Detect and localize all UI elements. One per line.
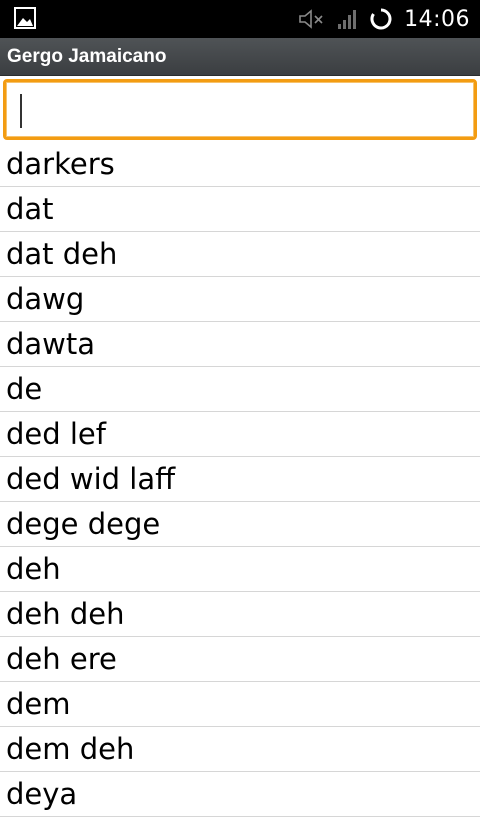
list-item[interactable]: dat deh [0,232,480,277]
signal-icon [336,8,358,30]
list-item[interactable]: darkers [0,142,480,187]
text-caret [20,94,22,128]
list-item[interactable]: deh ere [0,637,480,682]
list-item[interactable]: dawta [0,322,480,367]
list-item[interactable]: dawg [0,277,480,322]
list-item[interactable]: dem [0,682,480,727]
list-item[interactable]: deh [0,547,480,592]
list-item[interactable]: ded lef [0,412,480,457]
search-input[interactable] [3,79,477,140]
list-item[interactable]: dat [0,187,480,232]
term-list: darkers dat dat deh dawg dawta de ded lef ded w… [0,142,480,817]
list-item[interactable]: de [0,367,480,412]
list-item[interactable]: dege dege [0,502,480,547]
status-right-area: 14:06 [298,0,470,38]
status-bar: 14:06 [0,0,480,38]
mute-icon [298,8,324,30]
status-time: 14:06 [404,6,470,32]
app-title: Gergo Jamaicano [7,46,167,67]
list-item[interactable]: deya [0,772,480,817]
list-item[interactable]: deh deh [0,592,480,637]
gallery-notification-icon[interactable] [14,7,36,29]
sync-icon [370,8,392,30]
app-title-bar: Gergo Jamaicano [0,38,480,76]
list-item[interactable]: ded wid laff [0,457,480,502]
search-area [0,76,480,144]
list-item[interactable]: dem deh [0,727,480,772]
